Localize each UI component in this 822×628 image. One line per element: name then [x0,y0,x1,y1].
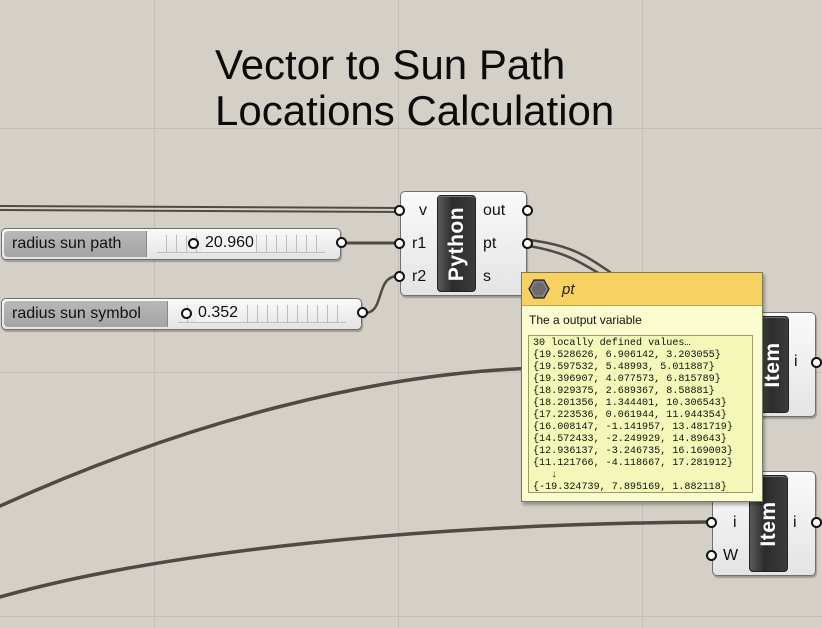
slider-value: 0.352 [196,304,241,322]
wire-v-a[interactable] [0,205,399,209]
data-value: {19.597532, 5.48993, 5.011887} [533,362,715,373]
data-value: {-19.324739, 7.895169, 1.882118} [533,482,727,493]
data-value: {16.008147, -1.141957, 13.481719} [533,422,733,433]
input-w-label[interactable]: W [723,547,738,565]
input-r1-label[interactable]: r1 [412,235,426,253]
slider-knob[interactable] [188,238,199,249]
data-value: {18.929375, 2.689367, 8.58881} [533,386,715,397]
hexagon-param-icon [528,279,550,299]
input-grip-r2[interactable] [394,271,405,282]
grasshopper-canvas[interactable]: Vector to Sun Path Locations Calculation… [0,0,822,628]
parameter-tooltip: pt The a output variable 30 locally defi… [521,272,763,502]
tooltip-header: pt [522,273,762,306]
output-grip[interactable] [357,307,368,318]
input-grip-w[interactable] [706,550,717,561]
input-r2-label[interactable]: r2 [412,268,426,286]
data-value: {18.201356, 1.344401, 10.306543} [533,398,727,409]
tooltip-description: The a output variable [529,313,642,327]
output-pt-label[interactable]: pt [483,235,496,253]
output-grip[interactable] [336,237,347,248]
input-grip-v[interactable] [394,205,405,216]
tooltip-title: pt [562,280,575,298]
output-s-label[interactable]: s [483,268,491,286]
item-name: Item [756,500,780,547]
data-value: {19.396907, 4.077573, 6.815789} [533,374,721,385]
slider-label: radius sun symbol [4,301,168,327]
input-grip-r1[interactable] [394,238,405,249]
data-ellipsis: ↓ [551,470,558,481]
wire-to-item-top[interactable] [0,366,542,508]
wire-to-item-bottom[interactable] [0,520,711,599]
data-value: {12.936137, -3.246735, 16.169003} [533,446,733,457]
python-core[interactable]: Python [437,195,476,292]
python-component[interactable]: v r1 r2 Python out pt s [400,191,527,296]
slider-radius-sun-symbol[interactable]: radius sun symbol 0.352 [1,298,362,330]
data-value: {14.572433, -2.249929, 14.89643} [533,434,727,445]
output-i-label[interactable]: i [793,514,797,532]
slider-label: radius sun path [4,231,147,257]
slider-value: 20.960 [203,234,256,252]
slider-radius-sun-path[interactable]: radius sun path 20.960 [1,228,341,260]
data-value: {19.528626, 6.906142, 3.203055} [533,350,721,361]
tooltip-data-list: 30 locally defined values… {19.528626, 6.… [528,335,753,493]
output-grip-out[interactable] [522,205,533,216]
wire-v-b[interactable] [0,209,399,213]
input-grip-i[interactable] [706,517,717,528]
slider-knob[interactable] [181,308,192,319]
output-grip-i[interactable] [811,357,822,368]
data-value: {11.121766, -4.118667, 17.281912} [533,458,733,469]
python-name: Python [444,206,468,281]
output-grip-pt[interactable] [522,238,533,249]
item-name: Item [761,341,784,388]
output-grip-i[interactable] [811,517,822,528]
output-out-label[interactable]: out [483,202,505,220]
wire-r2[interactable] [363,274,400,315]
data-header: 30 locally defined values… [533,338,691,349]
data-value: {17.223536, 0.061944, 11.944354} [533,410,727,421]
output-i-label[interactable]: i [794,353,798,371]
input-i-label[interactable]: i [733,514,737,532]
input-v-label[interactable]: v [419,202,427,220]
